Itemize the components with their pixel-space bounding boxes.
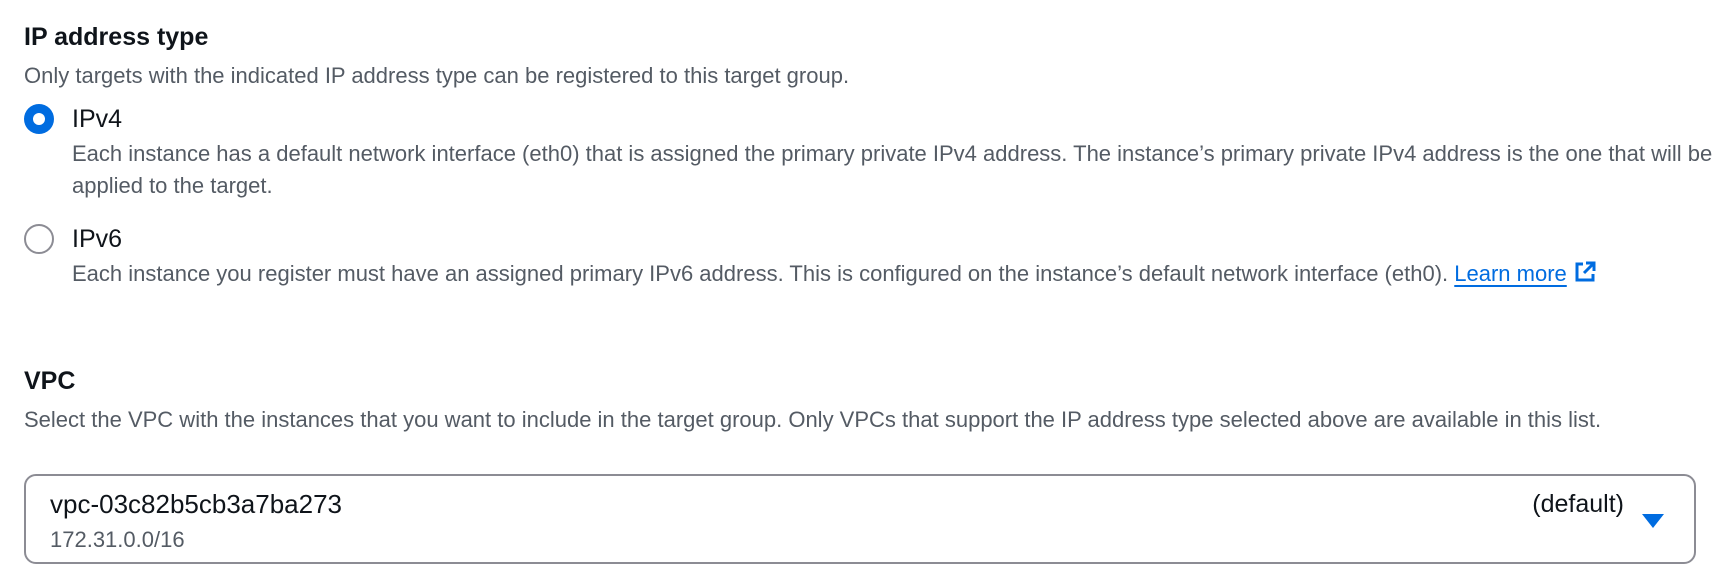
ipv6-description-block: Each instance you register must have an … [72, 258, 1722, 290]
ip-address-type-description: Only targets with the indicated IP addre… [24, 63, 850, 88]
external-link-icon[interactable] [1573, 260, 1597, 284]
learn-more-link-text[interactable]: Learn more [1454, 261, 1567, 286]
ipv4-description: Each instance has a default network inte… [72, 141, 1713, 198]
vpc-select-value[interactable]: vpc-03c82b5cb3a7ba273 [50, 488, 342, 520]
ipv4-label[interactable]: IPv4 [72, 102, 122, 136]
ipv6-description: Each instance you register must have an … [72, 261, 1455, 286]
ipv6-label[interactable]: IPv6 [72, 222, 122, 256]
learn-more-link[interactable]: Learn more [1454, 261, 1597, 286]
vpc-default-tag[interactable]: (default) [1532, 488, 1624, 520]
vpc-title: VPC [24, 367, 76, 395]
ipv4-radio-button[interactable] [24, 104, 54, 134]
vpc-select[interactable]: vpc-03c82b5cb3a7ba273 172.31.0.0/16 (def… [24, 474, 1696, 564]
ip-address-type-title: IP address type [24, 23, 209, 51]
vpc-description: Select the VPC with the instances that y… [24, 407, 1602, 432]
caret-down-icon[interactable] [1642, 514, 1664, 528]
ipv6-radio-button[interactable] [24, 224, 54, 254]
vpc-cidr[interactable]: 172.31.0.0/16 [50, 526, 185, 554]
